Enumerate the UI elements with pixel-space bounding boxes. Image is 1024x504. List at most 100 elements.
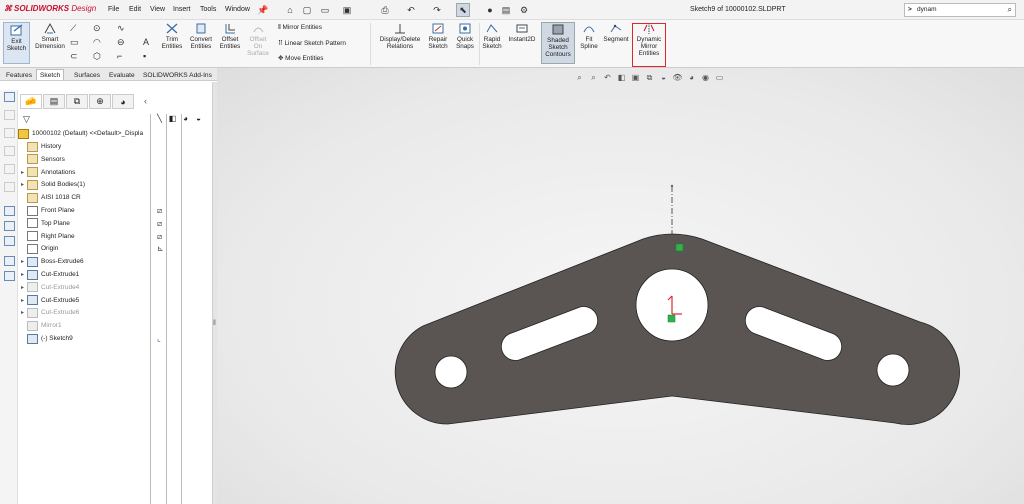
line-tool-icon[interactable]: ⟋	[70, 23, 76, 34]
tree-item[interactable]: Origin	[18, 242, 58, 255]
smart-dimension-button[interactable]: Smart Dimension	[33, 22, 67, 50]
tab-sketch[interactable]: Sketch	[36, 69, 65, 80]
tool-icon[interactable]	[4, 128, 15, 138]
right-hole[interactable]	[876, 353, 910, 387]
app-logo[interactable]: ⌘ SOLIDWORKS Design	[4, 4, 96, 13]
tree-item[interactable]: Top Plane	[18, 217, 70, 230]
display-delete-relations-button[interactable]: Display/Delete Relations	[376, 22, 424, 50]
tool-icon[interactable]	[4, 146, 15, 156]
tool-icon[interactable]	[4, 236, 15, 246]
tool-icon[interactable]	[4, 206, 15, 216]
centerline-endpoint[interactable]	[670, 184, 674, 188]
redo-icon[interactable]: ↷	[430, 3, 444, 17]
menu-edit[interactable]: Edit	[129, 6, 141, 13]
fillet-tool-icon[interactable]: ⌐	[117, 51, 122, 61]
expand-arrow-icon[interactable]: ▸	[18, 284, 27, 291]
menu-window[interactable]: Window	[225, 6, 250, 13]
menu-tools[interactable]: Tools	[200, 6, 216, 13]
left-hole[interactable]	[434, 355, 468, 389]
tree-item[interactable]: ▸ Annotations	[18, 166, 75, 179]
rebuild-icon[interactable]: ●	[483, 3, 497, 17]
menu-insert[interactable]: Insert	[173, 6, 191, 13]
tab-addins[interactable]: SOLIDWORKS Add-Ins	[139, 69, 216, 80]
instant2d-button[interactable]: Instant2D	[505, 22, 539, 43]
repair-sketch-button[interactable]: Repair Sketch	[426, 22, 450, 50]
tool-icon[interactable]	[4, 164, 15, 174]
offset-on-surface-button[interactable]: Offset On Surface	[245, 22, 271, 57]
home-icon[interactable]: ⌂	[283, 3, 297, 17]
fit-spline-button[interactable]: Fit Spline	[578, 22, 600, 50]
property-manager-icon[interactable]: ▤	[43, 94, 65, 109]
offset-entities-button[interactable]: Offset Entities	[217, 22, 243, 50]
expand-arrow-icon[interactable]: ▸	[18, 169, 27, 176]
quick-snaps-button[interactable]: Quick Snaps	[453, 22, 477, 50]
arc-tool-icon[interactable]: ◠	[93, 37, 101, 48]
segment-button[interactable]: Segment	[602, 22, 630, 43]
tree-item[interactable]: ▸ Cut-Extrude6	[18, 306, 79, 319]
tab-surfaces[interactable]: Surfaces	[70, 69, 104, 80]
point-tool-icon[interactable]: ▪	[143, 51, 146, 61]
print-icon[interactable]: ⎙	[378, 3, 392, 17]
linear-sketch-pattern-button[interactable]: ⠿ Linear Sketch Pattern	[278, 39, 346, 47]
tree-item[interactable]: AISI 1018 CR	[18, 191, 81, 204]
copy-tool-icon[interactable]	[4, 92, 15, 102]
polygon-tool-icon[interactable]: ⬡	[93, 51, 101, 62]
trim-entities-button[interactable]: Trim Entities	[159, 22, 185, 50]
menu-file[interactable]: File	[108, 6, 119, 13]
select-icon[interactable]: ⬉	[456, 3, 470, 17]
expand-arrow-icon[interactable]: ▸	[18, 271, 27, 278]
mirror-entities-button[interactable]: ⫴ Mirror Entities	[278, 24, 322, 32]
expand-arrow-icon[interactable]: ▸	[18, 297, 27, 304]
dimxpert-icon[interactable]: ⊕	[89, 94, 111, 109]
hide-show-icon[interactable]: ╲	[154, 114, 165, 124]
search-icon[interactable]: ⌕	[1008, 5, 1012, 15]
rapid-sketch-button[interactable]: Rapid Sketch	[481, 22, 503, 50]
relation-marker-icon[interactable]	[675, 243, 684, 252]
tool-icon[interactable]	[4, 110, 15, 120]
tree-item[interactable]: Right Plane	[18, 230, 75, 243]
spline-tool-icon[interactable]: ∿	[117, 23, 125, 34]
tree-item[interactable]: ▸ Solid Bodies(1)	[18, 178, 85, 191]
tree-item[interactable]: ▸ Cut-Extrude1	[18, 268, 79, 281]
expand-arrow-icon[interactable]: ▸	[18, 181, 27, 188]
display-icon[interactable]: ◒	[193, 114, 204, 124]
save-icon[interactable]: ▣	[340, 3, 354, 17]
circle-tool-icon[interactable]: ⊙	[93, 23, 101, 34]
filter-icon[interactable]: ▽	[23, 114, 30, 125]
collapse-panel-icon[interactable]: ‹	[144, 96, 147, 106]
tab-features[interactable]: Features	[2, 69, 36, 80]
tree-item[interactable]: Mirror1	[18, 319, 62, 332]
tool-icon[interactable]	[4, 271, 15, 281]
menu-view[interactable]: View	[150, 6, 165, 13]
tool-icon[interactable]	[4, 221, 15, 231]
tree-root[interactable]: 10000102 (Default) <<Default>_Displa	[18, 127, 143, 140]
tree-item[interactable]: History	[18, 140, 61, 153]
undo-icon[interactable]: ↶	[404, 3, 418, 17]
tree-item[interactable]: ▸ Boss-Extrude6	[18, 255, 84, 268]
rectangle-tool-icon[interactable]: ▭	[70, 37, 79, 48]
text-tool-icon[interactable]: A	[143, 37, 149, 47]
feature-tree-icon[interactable]: 🧀	[20, 94, 42, 109]
tree-item[interactable]: (-) Sketch9	[18, 332, 73, 345]
exit-sketch-button[interactable]: Exit Sketch	[3, 22, 30, 64]
expand-arrow-icon[interactable]: ▸	[18, 309, 27, 316]
tree-item[interactable]: Front Plane	[18, 204, 75, 217]
coincident-marker-icon[interactable]	[667, 314, 676, 323]
tool-icon[interactable]	[4, 182, 15, 192]
pin-icon[interactable]: 📌	[256, 3, 270, 17]
configuration-manager-icon[interactable]: ⧉	[66, 94, 88, 109]
shaded-sketch-contours-button[interactable]: Shaded Sketch Contours	[541, 22, 575, 64]
tree-item[interactable]: Sensors	[18, 153, 65, 166]
graphics-viewport[interactable]: ⌕ ⌕ ↶ ◧ ▣ ⧉ ◒ 👁 ◕ ◉ ▭	[217, 68, 1024, 504]
expand-arrow-icon[interactable]: ▸	[18, 258, 27, 265]
convert-entities-button[interactable]: Convert Entities	[187, 22, 215, 50]
tree-item[interactable]: ▸ Cut-Extrude4	[18, 281, 79, 294]
appearance-icon[interactable]: ◕	[112, 94, 134, 109]
open-icon[interactable]: ▭	[318, 3, 332, 17]
move-entities-button[interactable]: ✥ Move Entities	[278, 54, 324, 62]
search-commands-input[interactable]: > dynam ⌕	[904, 3, 1016, 17]
ellipse-tool-icon[interactable]: ⊖	[117, 37, 125, 48]
body-icon[interactable]: ◧	[167, 114, 178, 124]
tree-item[interactable]: ▸ Cut-Extrude5	[18, 294, 79, 307]
new-document-icon[interactable]: ▢	[300, 3, 314, 17]
